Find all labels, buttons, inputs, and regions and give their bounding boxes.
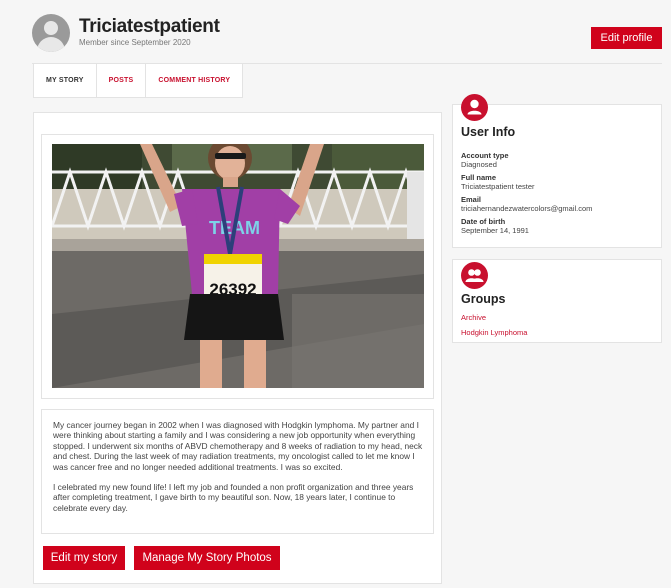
story-paragraph: I celebrated my new found life! I left m…: [53, 482, 414, 513]
tab-my-story[interactable]: MY STORY: [34, 64, 97, 97]
user-info-title: User Info: [461, 125, 516, 139]
avatar: [32, 14, 70, 52]
account-type-value: Diagnosed: [461, 160, 497, 169]
email-label: Email: [461, 195, 482, 204]
account-type-label: Account type: [461, 151, 509, 160]
group-link-archive[interactable]: Archive: [461, 313, 486, 322]
date-of-birth-label: Date of birth: [461, 217, 506, 226]
story-text-box: My cancer journey began in 2002 when I w…: [41, 409, 434, 534]
groups-title: Groups: [461, 292, 506, 306]
profile-tabs: MY STORY POSTS COMMENT HISTORY: [33, 64, 244, 98]
story-photo: TEAM 26392: [52, 144, 424, 388]
date-of-birth-value: September 14, 1991: [461, 226, 529, 235]
tab-comment-history[interactable]: COMMENT HISTORY: [146, 64, 242, 97]
group-icon: [461, 262, 488, 289]
story-paragraph: My cancer journey began in 2002 when I w…: [53, 420, 423, 472]
manage-story-photos-button[interactable]: Manage My Story Photos: [134, 546, 280, 570]
group-link-hodgkin-lymphoma[interactable]: Hodgkin Lymphoma: [461, 328, 527, 337]
full-name-label: Full name: [461, 173, 497, 182]
tab-posts[interactable]: POSTS: [97, 64, 147, 97]
edit-profile-button[interactable]: Edit profile: [591, 27, 662, 49]
avatar-head-shape: [44, 21, 58, 35]
member-since: Member since September 2020: [79, 38, 191, 47]
full-name-value: Triciatestpatient tester: [461, 182, 535, 191]
profile-username: Triciatestpatient: [79, 16, 220, 37]
avatar-body-shape: [37, 37, 65, 52]
edit-my-story-button[interactable]: Edit my story: [43, 546, 125, 570]
user-icon: [461, 94, 488, 121]
email-value: triciahernandezwatercolors@gmail.com: [461, 204, 593, 213]
